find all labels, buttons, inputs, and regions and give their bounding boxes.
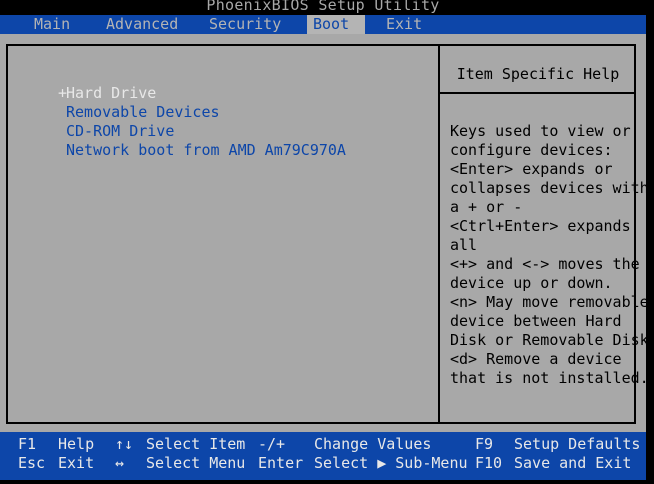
boot-order-list: + Hard Drive Removable Devices CD-ROM Dri… <box>58 84 346 160</box>
menu-tab-boot[interactable]: Boot <box>307 15 365 34</box>
key-leftright-desc: Select Menu <box>146 454 246 472</box>
main-panel: Item Specific Help Keys used to view or … <box>0 34 649 432</box>
boot-item-cd-rom-drive[interactable]: CD-ROM Drive <box>58 122 346 141</box>
title-bar: PhoenixBIOS Setup Utility <box>0 0 646 15</box>
key-f1-desc: Help <box>58 435 95 453</box>
boot-item-label: CD-ROM Drive <box>66 122 175 140</box>
boot-item-removable-devices[interactable]: Removable Devices <box>58 103 346 122</box>
key-enter: Enter <box>258 454 304 472</box>
boot-item-label: Network boot from AMD Am79C970A <box>66 141 346 159</box>
key-f9: F9 <box>475 435 494 453</box>
key-esc: Esc <box>18 454 46 472</box>
boot-item-label: Hard Drive <box>66 84 157 102</box>
boot-item-hard-drive[interactable]: + Hard Drive <box>58 84 346 103</box>
key-enter-desc: Select ▶ Sub-Menu <box>314 454 468 472</box>
key-help-bar: F1 Help ↑↓ Select Item -/+ Change Values… <box>0 432 646 480</box>
menu-tab-main[interactable]: Main <box>28 15 76 34</box>
bios-title: PhoenixBIOS Setup Utility <box>206 0 440 14</box>
left-right-arrows-icon: ↔ <box>115 454 125 472</box>
help-title: Item Specific Help <box>456 65 620 83</box>
key-minus-plus-desc: Change Values <box>314 435 432 453</box>
key-f1: F1 <box>18 435 37 453</box>
key-f9-desc: Setup Defaults <box>514 435 641 453</box>
menu-tab-advanced[interactable]: Advanced <box>100 15 184 34</box>
boot-item-label: Removable Devices <box>66 103 220 121</box>
boot-item-network-boot[interactable]: Network boot from AMD Am79C970A <box>58 141 346 160</box>
content-frame: Item Specific Help Keys used to view or … <box>6 44 649 424</box>
help-text: Keys used to view or configure devices: … <box>450 122 649 387</box>
key-f10: F10 <box>475 454 503 472</box>
key-esc-desc: Exit <box>58 454 95 472</box>
menu-tab-security[interactable]: Security <box>203 15 287 34</box>
menu-tab-exit[interactable]: Exit <box>380 15 428 34</box>
up-down-arrows-icon: ↑↓ <box>115 435 134 453</box>
key-minus-plus: -/+ <box>258 435 286 453</box>
help-divider <box>440 92 636 94</box>
key-updown-desc: Select Item <box>146 435 246 453</box>
expand-marker-icon: + <box>58 84 68 102</box>
menu-bar: Main Advanced Security Boot Exit <box>0 15 646 34</box>
key-f10-desc: Save and Exit <box>514 454 632 472</box>
vertical-divider <box>438 46 440 422</box>
